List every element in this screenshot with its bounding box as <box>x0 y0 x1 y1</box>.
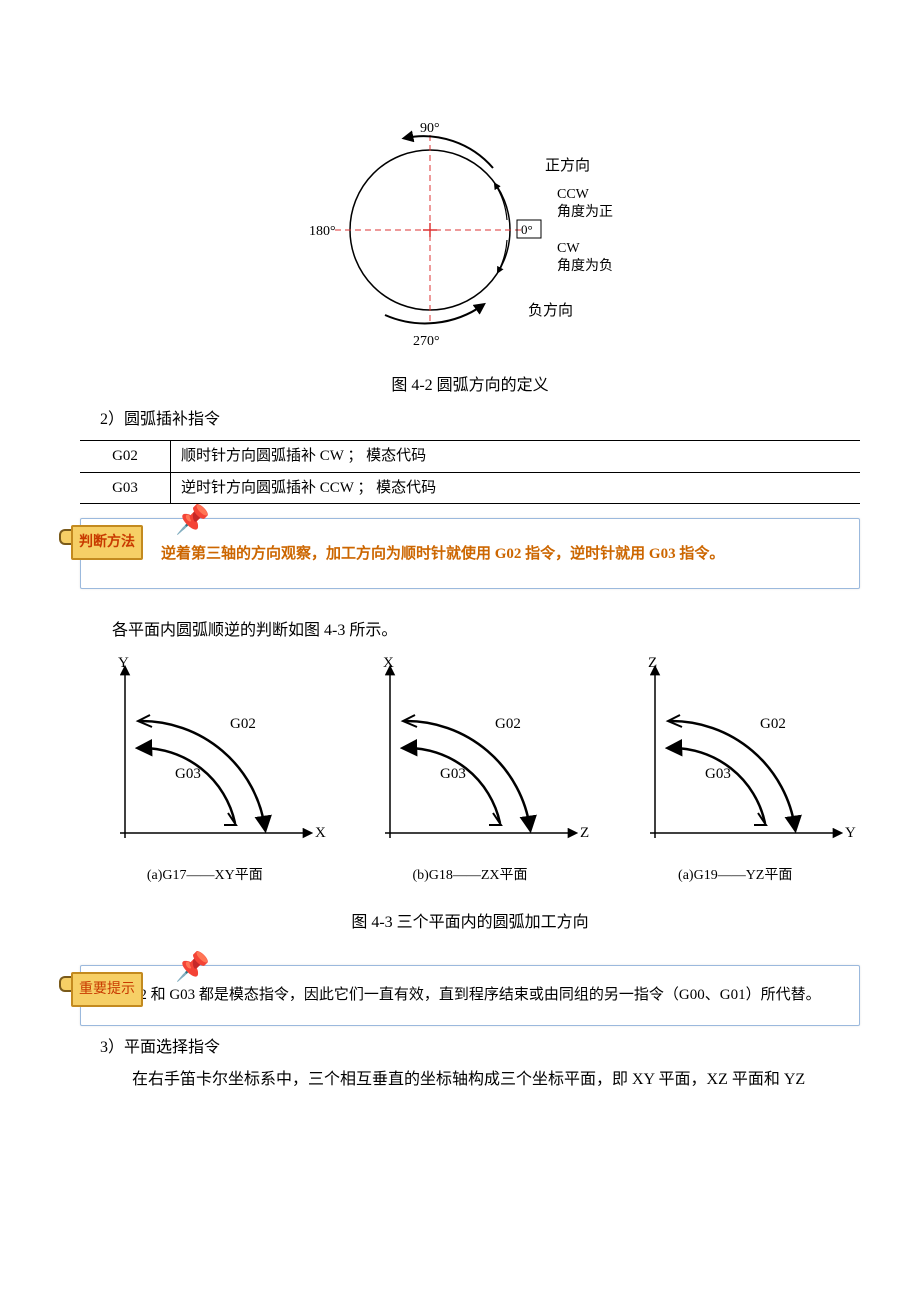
svg-text:角度为正: 角度为正 <box>557 204 613 220</box>
svg-text:Z: Z <box>580 825 589 841</box>
svg-text:正方向: 正方向 <box>545 157 590 174</box>
paragraph-plane-judgment: 各平面内圆弧顺逆的判断如图 4-3 所示。 <box>80 619 860 643</box>
figure-4-3: Y X G02 G03 (a)G17——XY平面 X <box>80 653 860 886</box>
plane-diagram-yz: Z Y G02 G03 (a)G19——YZ平面 <box>610 653 860 886</box>
figure-4-2-caption: 图 4-2 圆弧方向的定义 <box>80 374 860 398</box>
code-cell: G02 <box>80 441 171 473</box>
pushpin-icon: 📌 <box>175 500 210 542</box>
plane-caption: (a)G19——YZ平面 <box>610 865 860 886</box>
svg-text:CW: CW <box>557 241 580 256</box>
desc-cell: 顺时针方向圆弧插补 CW ； 模态代码 <box>171 441 861 473</box>
callout-text: 逆着第三轴的方向观察，加工方向为顺时针就使用 G02 指令，逆时针就用 G03 … <box>161 546 724 562</box>
gcode-table: G02 顺时针方向圆弧插补 CW ； 模态代码 G03 逆时针方向圆弧插补 CC… <box>80 440 860 504</box>
svg-text:X: X <box>315 825 326 841</box>
desc-cell: 逆时针方向圆弧插补 CCW ； 模态代码 <box>171 472 861 504</box>
svg-text:G02: G02 <box>495 716 521 732</box>
pushpin-icon: 📌 <box>175 947 210 989</box>
section-3-paragraph: 在右手笛卡尔坐标系中，三个相互垂直的坐标轴构成三个坐标平面，即 XY 平面，XZ… <box>100 1068 860 1092</box>
svg-text:G02: G02 <box>230 716 256 732</box>
svg-text:G03: G03 <box>440 766 466 782</box>
svg-text:G03: G03 <box>705 766 731 782</box>
svg-text:0°: 0° <box>521 222 533 237</box>
svg-text:CCW: CCW <box>557 187 590 202</box>
svg-text:X: X <box>383 655 394 671</box>
plane-caption: (a)G17——XY平面 <box>80 865 330 886</box>
plane-diagram-zx: X Z G02 G03 (b)G18——ZX平面 <box>345 653 595 886</box>
figure-4-3-caption: 图 4-3 三个平面内的圆弧加工方向 <box>80 911 860 935</box>
svg-text:G03: G03 <box>175 766 201 782</box>
svg-text:Y: Y <box>845 825 856 841</box>
callout-text: G02 和 G03 都是模态指令，因此它们一直有效，直到程序结束或由同组的另一指… <box>121 987 821 1003</box>
svg-text:90°: 90° <box>420 121 440 136</box>
svg-text:负方向: 负方向 <box>528 302 573 319</box>
svg-text:Y: Y <box>118 655 129 671</box>
plane-caption: (b)G18——ZX平面 <box>345 865 595 886</box>
svg-text:180°: 180° <box>309 224 336 239</box>
section-3-title: 3）平面选择指令 <box>100 1036 860 1060</box>
svg-text:270°: 270° <box>413 334 440 349</box>
table-row: G02 顺时针方向圆弧插补 CW ； 模态代码 <box>80 441 860 473</box>
arc-direction-diagram: 90° 180° 270° 0° 正方向 CCW 角度为正 CW 角度为负 负方… <box>295 90 645 360</box>
svg-text:角度为负: 角度为负 <box>557 258 613 274</box>
callout-judgment-method: 📌 判断方法 逆着第三轴的方向观察，加工方向为顺时针就使用 G02 指令，逆时针… <box>80 518 860 589</box>
svg-text:Z: Z <box>648 655 657 671</box>
section-2-title: 2）圆弧插补指令 <box>100 408 860 432</box>
callout-tag: 重要提示 <box>71 972 143 1007</box>
table-row: G03 逆时针方向圆弧插补 CCW ； 模态代码 <box>80 472 860 504</box>
callout-important-tip: 📌 重要提示 G02 和 G03 都是模态指令，因此它们一直有效，直到程序结束或… <box>80 965 860 1026</box>
code-cell: G03 <box>80 472 171 504</box>
callout-tag: 判断方法 <box>71 525 143 560</box>
svg-text:G02: G02 <box>760 716 786 732</box>
figure-4-2: 90° 180° 270° 0° 正方向 CCW 角度为正 CW 角度为负 负方… <box>80 90 860 398</box>
plane-diagram-xy: Y X G02 G03 (a)G17——XY平面 <box>80 653 330 886</box>
